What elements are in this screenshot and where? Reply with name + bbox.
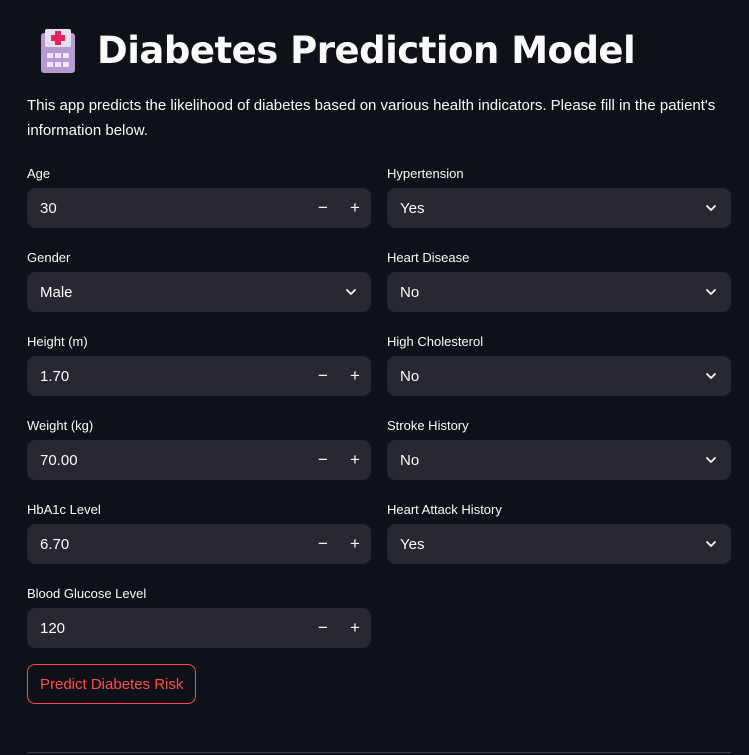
gender-value: Male — [40, 283, 73, 301]
heart-disease-select[interactable]: No — [387, 272, 731, 312]
stroke-history-label: Stroke History — [387, 418, 469, 433]
age-increment-button[interactable]: + — [339, 188, 371, 228]
weight-label: Weight (kg) — [27, 418, 94, 433]
height-decrement-button[interactable]: − — [307, 356, 339, 396]
heart-disease-label: Heart Disease — [387, 250, 470, 265]
height-increment-button[interactable]: + — [339, 356, 371, 396]
blood-glucose-field: Blood Glucose Level 120 − + — [27, 584, 371, 648]
hospital-icon — [37, 27, 79, 73]
heart-attack-history-value: Yes — [400, 535, 425, 553]
blood-glucose-number-input[interactable]: 120 − + — [27, 608, 371, 648]
stroke-history-value: No — [400, 451, 420, 469]
weight-decrement-button[interactable]: − — [307, 440, 339, 480]
heart-attack-history-label: Heart Attack History — [387, 502, 502, 517]
height-value[interactable]: 1.70 — [27, 368, 307, 385]
stroke-history-select[interactable]: No — [387, 440, 731, 480]
age-field: Age 30 − + — [27, 164, 371, 228]
heart-disease-field: Heart Disease No — [387, 248, 731, 312]
hypertension-label: Hypertension — [387, 166, 464, 181]
app-description: This app predicts the likelihood of diab… — [27, 97, 716, 139]
blood-glucose-decrement-button[interactable]: − — [307, 608, 339, 648]
high-cholesterol-field: High Cholesterol No — [387, 332, 731, 396]
height-field: Height (m) 1.70 − + — [27, 332, 371, 396]
height-number-input[interactable]: 1.70 − + — [27, 356, 371, 396]
age-decrement-button[interactable]: − — [307, 188, 339, 228]
hypertension-field: Hypertension Yes — [387, 164, 731, 228]
heart-attack-history-field: Heart Attack History Yes — [387, 500, 731, 564]
age-value[interactable]: 30 — [27, 200, 307, 217]
heart-attack-history-select[interactable]: Yes — [387, 524, 731, 564]
chevron-down-icon[interactable] — [691, 440, 731, 480]
divider — [27, 752, 731, 753]
weight-value[interactable]: 70.00 — [27, 452, 307, 469]
blood-glucose-increment-button[interactable]: + — [339, 608, 371, 648]
gender-label: Gender — [27, 250, 71, 265]
hba1c-decrement-button[interactable]: − — [307, 524, 339, 564]
high-cholesterol-select[interactable]: No — [387, 356, 731, 396]
chevron-down-icon[interactable] — [331, 272, 371, 312]
age-label: Age — [27, 166, 51, 181]
predict-diabetes-risk-button[interactable]: Predict Diabetes Risk — [27, 664, 197, 704]
hypertension-select[interactable]: Yes — [387, 188, 731, 228]
chevron-down-icon[interactable] — [691, 356, 731, 396]
gender-select[interactable]: Male — [27, 272, 371, 312]
high-cholesterol-label: High Cholesterol — [387, 334, 484, 349]
blood-glucose-label: Blood Glucose Level — [27, 586, 147, 601]
hba1c-label: HbA1c Level — [27, 502, 101, 517]
chevron-down-icon[interactable] — [691, 188, 731, 228]
title-row: Diabetes Prediction Model — [37, 24, 636, 76]
blood-glucose-value[interactable]: 120 — [27, 620, 307, 637]
hypertension-value: Yes — [400, 199, 425, 217]
weight-field: Weight (kg) 70.00 − + — [27, 416, 371, 480]
high-cholesterol-value: No — [400, 367, 420, 385]
age-number-input[interactable]: 30 − + — [27, 188, 371, 228]
hba1c-value[interactable]: 6.70 — [27, 536, 307, 553]
weight-number-input[interactable]: 70.00 − + — [27, 440, 371, 480]
chevron-down-icon[interactable] — [691, 524, 731, 564]
page-title: Diabetes Prediction Model — [97, 28, 636, 72]
hba1c-field: HbA1c Level 6.70 − + — [27, 500, 371, 564]
stroke-history-field: Stroke History No — [387, 416, 731, 480]
heart-disease-value: No — [400, 283, 420, 301]
gender-field: Gender Male — [27, 248, 371, 312]
hba1c-number-input[interactable]: 6.70 − + — [27, 524, 371, 564]
height-label: Height (m) — [27, 334, 88, 349]
weight-increment-button[interactable]: + — [339, 440, 371, 480]
chevron-down-icon[interactable] — [691, 272, 731, 312]
hba1c-increment-button[interactable]: + — [339, 524, 371, 564]
